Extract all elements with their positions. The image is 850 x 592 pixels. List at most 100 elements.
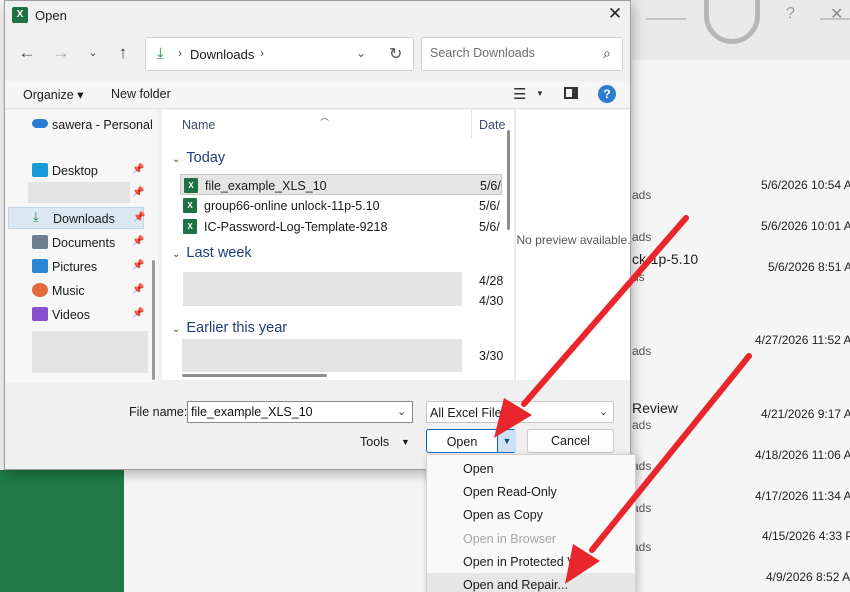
recent-file-date: 5/6/2026 8:51 A <box>768 260 850 274</box>
sidebar-item-desktop[interactable]: Desktop 📌 <box>8 160 144 182</box>
new-folder-button[interactable]: New folder <box>111 87 171 101</box>
recent-file-fragment: Review <box>632 400 678 416</box>
sidebar-item-music[interactable]: Music 📌 <box>8 280 144 302</box>
videos-icon <box>32 307 48 321</box>
sort-ascending-icon: ︿ <box>320 112 330 122</box>
file-name: file_example_XLS_10 <box>205 179 327 193</box>
file-list-horizontal-scrollbar[interactable] <box>182 374 327 377</box>
menu-item-label: Open in Browser <box>463 532 557 546</box>
recent-file-date: 4/15/2026 4:33 P <box>762 529 850 543</box>
menu-item-open-in-protected-view[interactable]: Open in Protected View <box>427 550 635 573</box>
preview-pane: No preview available. <box>515 110 631 380</box>
chevron-down-icon[interactable]: ⌄ <box>397 405 406 418</box>
preview-pane-icon[interactable] <box>564 87 578 99</box>
recent-locations-chevron-icon[interactable]: ⌄ <box>81 41 105 65</box>
file-type-select[interactable]: All Excel Files ⌄ <box>426 401 614 423</box>
excel-backstage-sidebar <box>0 470 124 592</box>
sidebar-item-onedrive[interactable]: sawera - Personal <box>6 114 156 136</box>
recent-file-date: 4/18/2026 11:06 A <box>755 448 850 462</box>
pin-icon[interactable]: 📌 <box>133 212 145 223</box>
file-name-field[interactable] <box>191 405 387 419</box>
navigation-scrollbar[interactable] <box>152 260 155 380</box>
downloads-icon: ⤓ <box>157 45 164 62</box>
excel-icon: X <box>12 7 28 23</box>
pin-icon[interactable]: 📌 <box>132 187 144 198</box>
help-icon[interactable]: ? <box>598 85 616 103</box>
column-header-name[interactable]: Name <box>182 118 215 132</box>
menu-item-open-read-only[interactable]: Open Read-Only <box>427 480 635 503</box>
file-date: 5/6/ <box>479 220 500 234</box>
dialog-titlebar[interactable]: X Open ✕ <box>5 1 630 29</box>
refresh-icon[interactable]: ↻ <box>389 44 402 64</box>
search-input[interactable] <box>430 46 600 60</box>
open-file-dialog: X Open ✕ ← → ⌄ ↑ ⤓ › Downloads › ⌄ ↻ ⌕ O… <box>4 0 631 470</box>
file-row[interactable]: X IC-Password-Log-Template-9218 5/6/ <box>180 216 502 237</box>
open-split-button[interactable]: Open ▼ <box>426 429 516 453</box>
cancel-button[interactable]: Cancel <box>527 429 614 453</box>
tools-menu-button[interactable]: Tools <box>360 435 389 449</box>
file-date: 4/28 <box>479 274 504 288</box>
dialog-title: Open <box>35 8 67 23</box>
column-header-date[interactable]: Date <box>479 118 505 132</box>
chevron-down-icon[interactable]: ⌄ <box>356 46 366 60</box>
pin-icon[interactable]: 📌 <box>132 260 144 271</box>
redacted-item <box>28 182 130 203</box>
group-header-earlier-this-year[interactable]: ⌄ Earlier this year <box>172 320 287 336</box>
file-date: 5/6/ <box>480 179 501 193</box>
forward-arrow-icon[interactable]: → <box>49 41 73 65</box>
excel-file-icon: X <box>183 219 197 234</box>
pin-icon[interactable]: 📌 <box>132 308 144 319</box>
file-row[interactable]: X file_example_XLS_10 5/6/ <box>180 174 502 195</box>
pin-icon[interactable]: 📌 <box>132 284 144 295</box>
recent-file-fragment: ck-1p-5.10 <box>632 251 699 267</box>
up-arrow-icon[interactable]: ↑ <box>111 41 135 65</box>
address-bar[interactable]: ⤓ › Downloads › ⌄ ↻ <box>145 37 414 71</box>
menu-item-label: Open Read-Only <box>463 485 557 499</box>
redacted-item <box>32 331 148 373</box>
group-header-last-week[interactable]: ⌄ Last week <box>172 245 252 261</box>
column-divider[interactable] <box>471 110 472 138</box>
open-options-dropdown-icon[interactable]: ▼ <box>498 430 516 452</box>
file-name-label: File name: <box>129 405 188 419</box>
sidebar-item-label: Documents <box>52 236 116 250</box>
pin-icon[interactable]: 📌 <box>132 236 144 247</box>
search-icon[interactable]: ⌕ <box>603 45 611 62</box>
sidebar-item-documents[interactable]: Documents 📌 <box>8 232 144 254</box>
file-date: 5/6/ <box>479 199 500 213</box>
menu-item-label: Open in Protected View <box>463 555 595 569</box>
group-label: Today <box>186 150 226 166</box>
recent-file-fragment: ads <box>632 188 652 202</box>
breadcrumb-downloads[interactable]: Downloads <box>190 47 254 62</box>
view-dropdown-icon[interactable]: ▼ <box>536 89 544 98</box>
group-label: Last week <box>186 245 252 261</box>
back-arrow-icon[interactable]: ← <box>15 41 39 65</box>
sidebar-item-label: Desktop <box>52 164 98 178</box>
tools-dropdown-icon[interactable]: ▼ <box>401 437 410 447</box>
file-name-combobox[interactable]: ⌄ <box>187 401 413 423</box>
pictures-icon <box>32 259 48 273</box>
group-header-today[interactable]: ⌄ Today <box>172 150 225 166</box>
view-options-icon[interactable]: ☰ <box>513 85 526 103</box>
help-icon[interactable]: ? <box>786 5 795 23</box>
search-box[interactable]: ⌕ <box>421 37 623 71</box>
file-list-scrollbar[interactable] <box>507 130 510 230</box>
close-icon[interactable]: ✕ <box>605 4 625 24</box>
menu-item-open[interactable]: Open <box>427 457 635 480</box>
chevron-down-icon: ⌄ <box>172 249 181 260</box>
close-icon[interactable]: ✕ <box>830 4 843 24</box>
organize-menu-button[interactable]: Organize ▾ <box>23 87 83 102</box>
sidebar-item-downloads[interactable]: ⤓ Downloads 📌 <box>8 207 145 229</box>
breadcrumb-separator[interactable]: › <box>260 46 264 60</box>
sidebar-item-label: Downloads <box>53 212 115 226</box>
chevron-down-icon[interactable]: ⌄ <box>599 405 608 418</box>
file-row[interactable]: X group66-online unlock-11p-5.10 5/6/ <box>180 195 502 216</box>
menu-item-open-and-repair[interactable]: Open and Repair... <box>427 573 635 592</box>
sidebar-item-pictures[interactable]: Pictures 📌 <box>8 256 144 278</box>
open-button[interactable]: Open <box>427 435 497 449</box>
sidebar-item-videos[interactable]: Videos 📌 <box>8 304 144 326</box>
menu-item-open-in-browser[interactable]: Open in Browser <box>427 527 635 550</box>
chevron-down-icon: ⌄ <box>172 154 181 165</box>
pin-icon[interactable]: 📌 <box>132 164 144 175</box>
menu-item-open-as-copy[interactable]: Open as Copy <box>427 503 635 526</box>
recent-file-date: 4/21/2026 9:17 A <box>761 407 850 421</box>
